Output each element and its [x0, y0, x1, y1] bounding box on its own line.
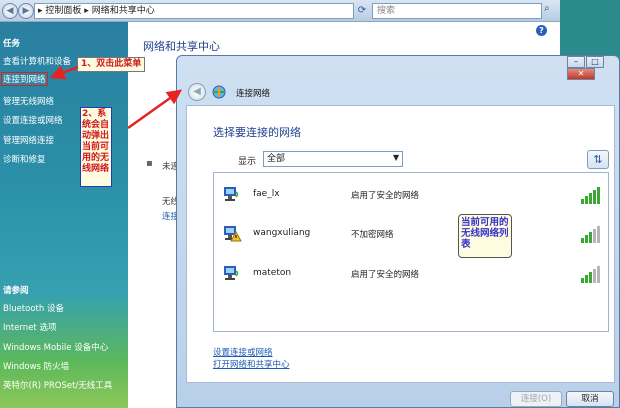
- see-also-heading: 请参阅: [3, 286, 29, 296]
- task-manage-connections[interactable]: 管理网络连接: [3, 134, 54, 146]
- network-security-status: 不加密网络: [351, 230, 394, 240]
- dialog-back-button[interactable]: ◀: [188, 83, 206, 101]
- network-row-mateton[interactable]: mateton 启用了安全的网络: [217, 259, 605, 289]
- breadcrumb-item[interactable]: 控制面板: [45, 6, 81, 16]
- task-connect-to-network[interactable]: 连接到网络: [1, 72, 48, 86]
- see-also-windows-mobile[interactable]: Windows Mobile 设备中心: [3, 341, 108, 353]
- open-network-center-link[interactable]: 打开网络和共享中心: [213, 358, 290, 370]
- wireless-network-icon: [224, 266, 239, 280]
- see-also-intel-proset[interactable]: 英特尔(R) PROSet/无线工具: [3, 379, 112, 391]
- close-icon[interactable]: ✕: [567, 68, 595, 80]
- network-row-fae-lx[interactable]: fae_lx 启用了安全的网络: [217, 180, 605, 210]
- task-setup-connection[interactable]: 设置连接或网络: [3, 114, 63, 126]
- network-security-status: 启用了安全的网络: [351, 270, 420, 280]
- network-name: wangxuliang: [253, 228, 311, 238]
- signal-strength-icon: [581, 263, 603, 283]
- setup-connection-link[interactable]: 设置连接或网络: [213, 346, 273, 358]
- network-name: mateton: [253, 268, 292, 278]
- see-also-internet-options[interactable]: Internet 选项: [3, 321, 56, 333]
- dialog-title: 连接网络: [236, 89, 271, 99]
- refresh-networks-button[interactable]: ⇅: [587, 150, 609, 169]
- signal-strength-icon: [581, 184, 603, 204]
- chevron-down-icon[interactable]: ▼: [393, 153, 399, 162]
- signal-strength-icon: [581, 223, 603, 243]
- address-field[interactable]: ▸ 控制面板 ▸ 网络和共享中心: [34, 3, 354, 19]
- unsecured-network-icon: [224, 226, 242, 242]
- search-input[interactable]: 搜索: [372, 3, 542, 19]
- tasks-heading: 任务: [3, 39, 21, 49]
- help-icon[interactable]: ?: [536, 25, 547, 36]
- network-name: fae_lx: [253, 189, 280, 199]
- dialog-heading: 选择要连接的网络: [213, 126, 301, 139]
- task-manage-wireless[interactable]: 管理无线网络: [3, 95, 54, 107]
- minimize-icon[interactable]: –: [567, 56, 585, 68]
- annotation-callout-3: 当前可用的无线网络列表: [458, 214, 512, 258]
- connect-button[interactable]: 连接(O): [510, 391, 562, 407]
- annotation-callout-2: 2、系统会自动弹出当前可用的无线网络: [80, 107, 112, 187]
- see-also-bluetooth[interactable]: Bluetooth 设备: [3, 302, 64, 314]
- back-button[interactable]: ◀: [2, 3, 18, 19]
- annotation-callout-1: 1、双击此菜单: [77, 57, 146, 72]
- task-diagnose[interactable]: 诊断和修复: [3, 153, 46, 165]
- breadcrumb-root-icon: ▸: [38, 6, 43, 16]
- network-globe-icon: [212, 85, 226, 99]
- forward-button[interactable]: ▶: [18, 3, 34, 19]
- wireless-network-icon: [224, 187, 239, 201]
- window-controls: – □✕: [566, 56, 620, 80]
- maximize-icon[interactable]: □: [586, 56, 604, 68]
- network-map-icon: ▪: [146, 158, 153, 169]
- search-icon[interactable]: ⌕: [544, 3, 550, 14]
- refresh-icon[interactable]: ⟳: [355, 3, 369, 19]
- network-row-wangxuliang[interactable]: wangxuliang 不加密网络: [217, 219, 605, 249]
- page-title: 网络和共享中心: [143, 40, 220, 53]
- show-filter-select[interactable]: 全部: [263, 151, 403, 167]
- breadcrumb-separator-icon: ▸: [84, 6, 92, 16]
- show-label: 显示: [238, 157, 257, 167]
- breadcrumb-item[interactable]: 网络和共享中心: [92, 6, 155, 16]
- see-also-firewall[interactable]: Windows 防火墙: [3, 360, 69, 372]
- task-view-computers[interactable]: 查看计算机和设备: [3, 55, 71, 67]
- network-security-status: 启用了安全的网络: [351, 191, 420, 201]
- cancel-button[interactable]: 取消: [566, 391, 614, 407]
